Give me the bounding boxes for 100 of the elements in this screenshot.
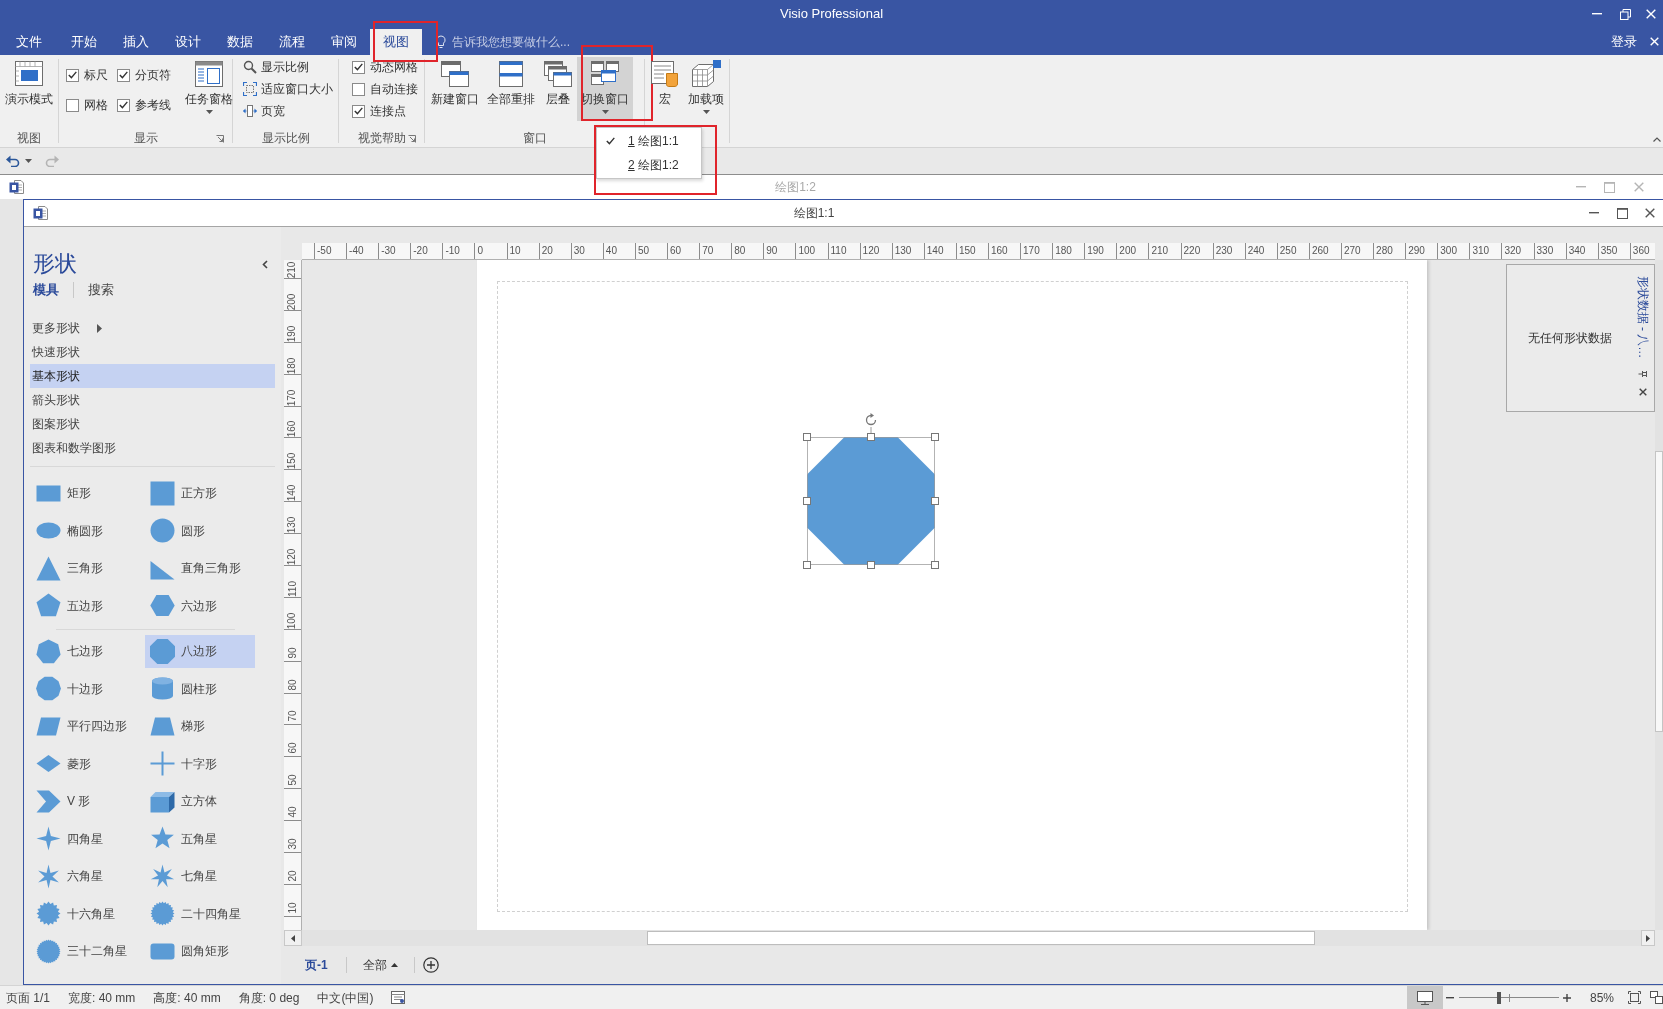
collapse-ribbon-button[interactable] (1652, 135, 1662, 143)
stencil-shape[interactable]: 八边形 (145, 634, 255, 668)
vertical-scrollbar[interactable] (1655, 260, 1663, 930)
close-panel-button[interactable] (1637, 387, 1649, 397)
scrollbar-thumb[interactable] (647, 931, 1315, 945)
panel-tab[interactable]: 搜索 (88, 280, 114, 300)
stencil-shape[interactable]: 三角形 (31, 551, 145, 585)
checkbox[interactable] (117, 98, 130, 112)
stencil-shape[interactable]: 七边形 (31, 634, 145, 668)
cascade-button[interactable]: 层叠 (539, 57, 577, 121)
stencil-item[interactable]: 箭头形状 (30, 388, 275, 412)
stencil-shape[interactable]: 圆柱形 (145, 672, 255, 705)
resize-handle[interactable] (867, 561, 875, 569)
page-width-button[interactable]: 页宽 (241, 100, 287, 122)
stencil-shape[interactable]: 矩形 (31, 476, 145, 510)
sign-in-link[interactable]: 登录 (1611, 31, 1637, 52)
stencil-shape[interactable]: 四角星 (31, 822, 145, 855)
checkbox-label[interactable]: 动态网格 (370, 58, 418, 76)
fit-page-button[interactable] (1627, 990, 1641, 1005)
resize-handle[interactable] (931, 497, 939, 505)
resize-handle[interactable] (803, 433, 811, 441)
add-ins-button[interactable]: 加载项 (684, 57, 728, 121)
checkbox[interactable] (352, 104, 365, 118)
menu-item[interactable]: 2 绘图1:2 (597, 153, 701, 177)
stencil-item[interactable]: 基本形状 (30, 364, 275, 388)
checkbox[interactable] (66, 68, 79, 82)
checkbox-label[interactable]: 网格 (84, 96, 108, 114)
ribbon-tab[interactable]: 文件 (0, 29, 58, 55)
resize-handle[interactable] (931, 433, 939, 441)
stencil-shape[interactable]: 立方体 (145, 784, 255, 818)
checkbox-label[interactable]: 分页符 (135, 66, 171, 84)
stencil-shape[interactable]: 直角三角形 (145, 551, 255, 585)
zoom-level[interactable]: 85% (1589, 988, 1614, 1007)
stencil-shape[interactable]: 十六角星 (31, 897, 145, 930)
scroll-left-button[interactable] (284, 930, 302, 946)
checkbox[interactable] (66, 98, 79, 112)
checkbox[interactable] (117, 68, 130, 82)
stencil-shape[interactable]: 十字形 (145, 747, 255, 780)
presentation-mode-button[interactable]: 演示模式 (1, 57, 57, 121)
stencil-shape[interactable]: 平行四边形 (31, 709, 145, 743)
dialog-launcher-icon[interactable] (408, 135, 416, 143)
checkbox-label[interactable]: 连接点 (370, 102, 406, 120)
octagon-shape[interactable] (807, 437, 935, 565)
scroll-right-button[interactable] (1641, 930, 1655, 946)
horizontal-scrollbar[interactable] (302, 930, 1641, 946)
task-pane-button[interactable]: 任务窗格 (181, 57, 237, 121)
ribbon-tab[interactable]: 数据 (214, 29, 266, 55)
rotation-handle[interactable] (864, 413, 878, 433)
resize-handle[interactable] (867, 433, 875, 441)
stencil-shape[interactable]: 圆角矩形 (145, 934, 255, 968)
scrollbar-thumb[interactable] (1655, 451, 1663, 732)
stencil-shape[interactable]: 六边形 (145, 589, 255, 622)
dialog-launcher-icon[interactable] (216, 135, 224, 143)
stencil-item[interactable]: 更多形状 (30, 316, 275, 340)
checkbox-label[interactable]: 参考线 (135, 96, 171, 114)
switch-windows-button[interactable]: 切换窗口 (577, 57, 633, 121)
stencil-shape[interactable]: 七角星 (145, 859, 255, 893)
ribbon-tab[interactable]: 视图 (370, 29, 422, 55)
stencil-shape[interactable]: 梯形 (145, 709, 255, 743)
stencil-shape[interactable]: 椭圆形 (31, 514, 145, 547)
ribbon-tab[interactable]: 设计 (162, 29, 214, 55)
stencil-shape[interactable]: 圆形 (145, 514, 255, 547)
page-tab[interactable]: 页-1 (303, 956, 330, 974)
stencil-shape[interactable]: 五角星 (145, 822, 255, 855)
all-pages-button[interactable]: 全部 (362, 956, 398, 974)
collapse-panel-button[interactable] (261, 259, 269, 269)
checkbox-label[interactable]: 自动连接 (370, 80, 418, 98)
zoom-slider[interactable] (1458, 991, 1559, 1004)
stencil-shape[interactable]: 正方形 (145, 476, 255, 510)
checkbox[interactable] (352, 60, 365, 74)
stencil-shape[interactable]: V 形 (31, 784, 145, 818)
ribbon-tab[interactable]: 流程 (266, 29, 318, 55)
stencil-item[interactable]: 图案形状 (30, 412, 275, 436)
stencil-shape[interactable]: 十边形 (31, 672, 145, 705)
stencil-shape[interactable]: 菱形 (31, 747, 145, 780)
resize-handle[interactable] (931, 561, 939, 569)
arrange-all-button[interactable]: 全部重排 (483, 57, 539, 121)
stencil-shape[interactable]: 六角星 (31, 859, 145, 893)
zoom-button[interactable]: 显示比例 (241, 56, 311, 78)
stencil-shape[interactable]: 三十二角星 (31, 934, 145, 968)
view-mode-button[interactable] (1406, 986, 1443, 1009)
ribbon-tab[interactable]: 审阅 (318, 29, 370, 55)
resize-handle[interactable] (803, 497, 811, 505)
menu-item[interactable]: 1 绘图1:1 (597, 129, 701, 153)
checkbox[interactable] (352, 82, 365, 96)
resize-handle[interactable] (803, 561, 811, 569)
switch-windows-button[interactable] (1649, 990, 1663, 1005)
stencil-item[interactable]: 快速形状 (30, 340, 275, 364)
panel-tab[interactable]: 模具 (33, 280, 59, 300)
slider-thumb[interactable] (1496, 991, 1501, 1004)
add-page-button[interactable] (422, 957, 439, 973)
stencil-shape[interactable]: 五边形 (31, 589, 145, 622)
ribbon-tab[interactable]: 插入 (110, 29, 162, 55)
tell-me-field[interactable]: 告诉我您想要做什么... (452, 31, 602, 52)
record-macro-button[interactable] (391, 991, 406, 1004)
ribbon-tab[interactable]: 开始 (58, 29, 110, 55)
checkbox-label[interactable]: 标尺 (84, 66, 108, 84)
pin-button[interactable] (1637, 369, 1649, 379)
fit-to-window-button[interactable]: 适应窗口大小 (241, 78, 335, 100)
new-window-button[interactable]: 新建窗口 (427, 57, 483, 121)
